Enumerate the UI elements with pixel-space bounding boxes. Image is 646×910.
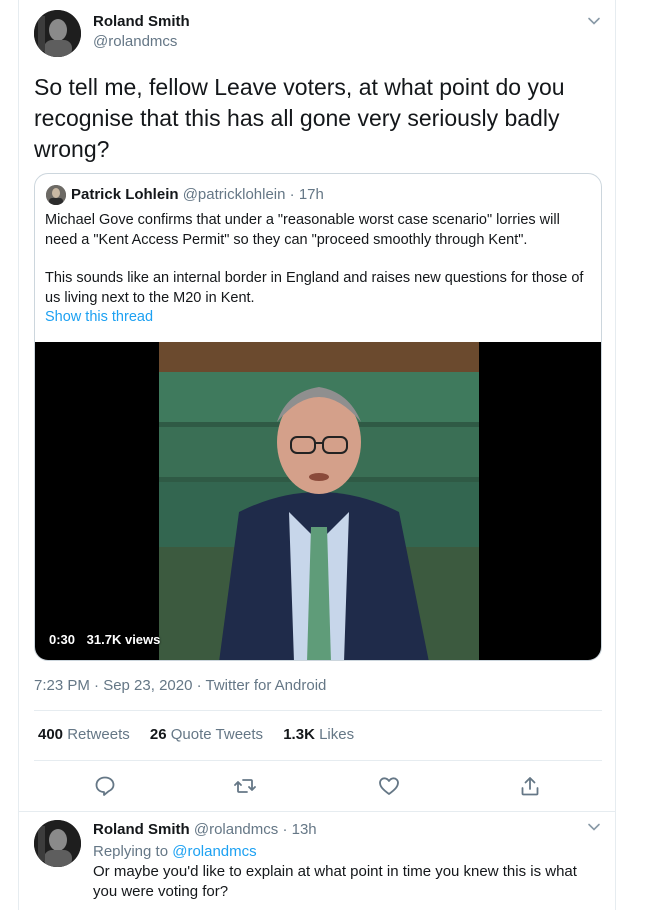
reply-time-ago[interactable]: · 13h — [282, 821, 316, 838]
divider — [34, 760, 602, 761]
tweet-timestamp[interactable]: 7:23 PM · Sep 23, 2020 · Twitter for And… — [34, 677, 326, 694]
likes-label: Likes — [319, 726, 355, 743]
quoted-paragraph: Michael Gove confirms that under a "reas… — [45, 212, 560, 248]
tweet-actions — [34, 770, 602, 802]
reply-author-handle[interactable]: @rolandmcs — [194, 821, 278, 838]
retweets-count: 400 — [38, 726, 64, 743]
quoted-paragraph: This sounds like an internal border in E… — [45, 270, 584, 306]
quoted-author-avatar — [46, 185, 66, 205]
video-stats: 0:30 31.7K views — [49, 632, 168, 647]
quoted-tweet-card[interactable]: Patrick Lohlein @patricklohlein · 17h Mi… — [34, 173, 602, 661]
quote-tweets-count: 26 — [149, 726, 167, 743]
share-icon[interactable] — [518, 774, 542, 798]
tweet-page: Roland Smith @rolandmcs So tell me, fell… — [0, 0, 646, 910]
engagement-stats: 400 Retweets 26 Quote Tweets 1.3K Likes — [38, 726, 370, 743]
reply-icon[interactable] — [93, 774, 117, 798]
tweet-text: So tell me, fellow Leave voters, at what… — [34, 74, 565, 162]
chevron-down-icon[interactable] — [585, 12, 603, 30]
retweets-stat[interactable]: 400 Retweets — [38, 726, 130, 743]
reply-author-name[interactable]: Roland Smith — [93, 821, 190, 838]
retweets-label: Retweets — [67, 726, 130, 743]
quoted-tweet-header: Patrick Lohlein @patricklohlein · 17h — [71, 186, 324, 203]
video-player[interactable]: 0:30 31.7K views — [35, 342, 601, 660]
replying-to-handle-link[interactable]: @rolandmcs — [172, 843, 256, 860]
quote-tweets-stat[interactable]: 26 Quote Tweets — [150, 726, 263, 743]
likes-stat[interactable]: 1.3K Likes — [283, 726, 354, 743]
retweet-icon[interactable] — [233, 774, 257, 798]
video-views: 31.7K views — [86, 632, 161, 647]
reply-author-avatar[interactable] — [34, 820, 81, 867]
video-duration: 0:30 — [49, 632, 76, 647]
like-icon[interactable] — [377, 774, 401, 798]
replying-to-label: Replying to — [93, 843, 169, 860]
chevron-down-icon[interactable] — [585, 818, 603, 836]
author-handle[interactable]: @rolandmcs — [93, 33, 177, 50]
show-thread-link[interactable]: Show this thread — [45, 309, 153, 325]
divider — [34, 710, 602, 711]
quoted-time-ago: · 17h — [289, 186, 324, 203]
quoted-author-name: Patrick Lohlein — [71, 186, 179, 203]
author-name[interactable]: Roland Smith — [93, 13, 190, 30]
replying-to-line: Replying to @rolandmcs — [93, 843, 257, 860]
video-thumbnail — [159, 342, 479, 660]
author-avatar[interactable] — [34, 10, 81, 57]
thread-separator — [19, 811, 616, 812]
quoted-author-handle: @patricklohlein — [182, 186, 286, 203]
quote-tweets-label: Quote Tweets — [170, 726, 264, 743]
likes-count: 1.3K — [283, 726, 315, 743]
reply-text: Or maybe you'd like to explain at what p… — [93, 863, 577, 900]
reply-header: Roland Smith @rolandmcs · 13h — [93, 821, 317, 838]
